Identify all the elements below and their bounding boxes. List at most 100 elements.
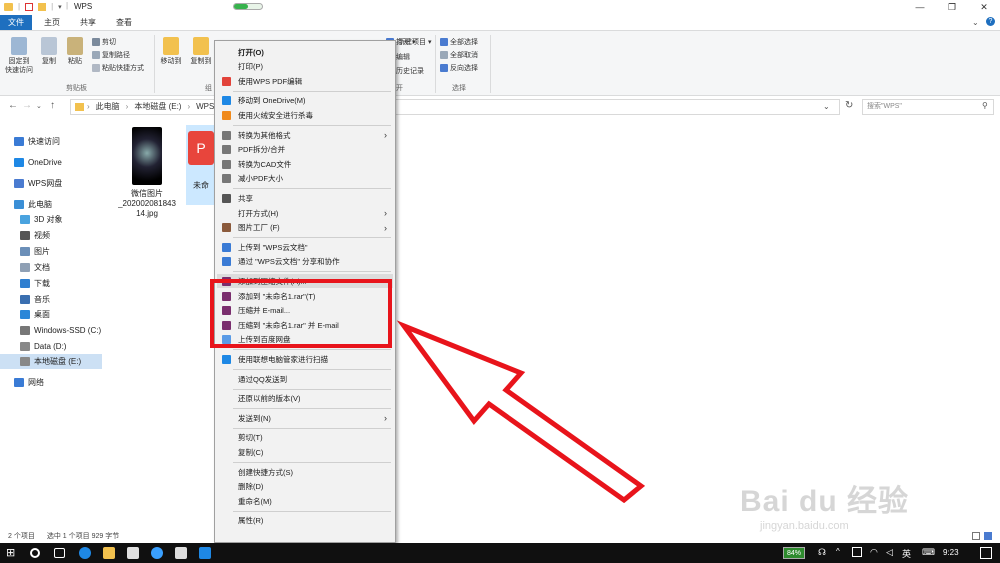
menu-item[interactable]: 通过 "WPS云文档" 分享和协作 xyxy=(217,255,393,269)
nav-item[interactable]: OneDrive xyxy=(0,155,102,170)
close-button[interactable]: ✕ xyxy=(968,0,1000,15)
menu-item[interactable]: 重命名(M) xyxy=(217,494,393,508)
menu-item[interactable]: 打印(P) xyxy=(217,60,393,74)
menu-item[interactable]: 打开(O) xyxy=(217,45,393,59)
file-explorer-icon[interactable] xyxy=(103,547,115,559)
show-hidden-icons-icon[interactable]: ^ xyxy=(836,547,840,556)
menu-item[interactable]: 发送到(N) › xyxy=(217,411,393,425)
forward-arrow-icon[interactable]: → xyxy=(22,100,32,111)
item-count: 2 个项目 xyxy=(8,533,35,540)
nav-item[interactable]: WPS网盘 xyxy=(0,176,102,191)
folder-icon[interactable] xyxy=(4,2,13,11)
menu-item[interactable]: 上传到 "WPS云文档" xyxy=(217,240,393,254)
nav-item[interactable]: 音乐 xyxy=(0,292,102,307)
clock-time[interactable]: 9:23 xyxy=(943,548,959,557)
expand-ribbon-icon[interactable]: ⌄ xyxy=(972,18,979,27)
menu-item[interactable]: 复制(C) xyxy=(217,445,393,459)
nav-item[interactable]: 网络 xyxy=(0,375,102,390)
address-path[interactable]: › 此电脑 › 本地磁盘 (E:) › WPS ⌄ xyxy=(70,99,840,115)
wps-taskbar-icon[interactable] xyxy=(199,547,211,559)
notifications-icon[interactable] xyxy=(980,547,992,559)
menu-item[interactable]: PDF拆分/合并 xyxy=(217,143,393,157)
menu-item[interactable]: 创建快捷方式(S) xyxy=(217,465,393,479)
volume-icon[interactable]: ◁ xyxy=(886,547,893,558)
nav-item[interactable]: 此电脑 xyxy=(0,197,102,212)
details-view-icon[interactable] xyxy=(972,532,980,540)
refresh-icon[interactable]: ↻ xyxy=(845,100,853,111)
nav-item[interactable]: 本地磁盘 (E:) xyxy=(0,354,102,369)
nav-item[interactable]: 视频 xyxy=(0,228,102,243)
menu-item[interactable]: 属性(R) xyxy=(217,514,393,528)
properties-icon[interactable] xyxy=(25,2,34,11)
mail-icon[interactable] xyxy=(175,547,187,559)
breadcrumb-this-pc[interactable]: 此电脑 xyxy=(93,100,123,114)
edit-button[interactable]: 编辑 xyxy=(396,51,410,63)
move-to-button[interactable]: 移动到 xyxy=(158,37,184,66)
menu-item[interactable]: 剪切(T) xyxy=(217,431,393,445)
ime-language[interactable]: 英 xyxy=(902,547,911,560)
search-input[interactable]: 搜索"WPS" xyxy=(862,99,994,115)
menu-item[interactable]: 移动到 OneDrive(M) xyxy=(217,94,393,108)
invert-selection-button[interactable]: 反向选择 xyxy=(440,62,478,74)
menu-item[interactable]: 打开方式(H) › xyxy=(217,206,393,220)
menu-item[interactable]: 转换为其他格式 › xyxy=(217,128,393,142)
select-none-button[interactable]: 全部取消 xyxy=(440,49,478,61)
clock-app-icon[interactable] xyxy=(151,547,163,559)
menu-item[interactable]: 减小PDF大小 xyxy=(217,172,393,186)
store-icon[interactable] xyxy=(127,547,139,559)
task-view-icon[interactable] xyxy=(54,548,65,558)
menu-item[interactable]: 使用联想电脑管家进行扫描 xyxy=(217,352,393,366)
tab-view[interactable]: 查看 xyxy=(108,15,140,30)
search-icon[interactable] xyxy=(30,548,40,558)
tab-file[interactable]: 文件 xyxy=(0,15,32,30)
edge-icon[interactable] xyxy=(79,547,91,559)
back-arrow-icon[interactable]: ← xyxy=(8,100,18,111)
breadcrumb-drive-e[interactable]: 本地磁盘 (E:) xyxy=(131,100,184,114)
maximize-button[interactable]: ❐ xyxy=(936,0,968,15)
copy-button[interactable]: 复制 xyxy=(38,37,60,66)
wifi-icon[interactable]: ◠ xyxy=(870,547,878,558)
menu-item[interactable]: 使用WPS PDF编辑 xyxy=(217,74,393,88)
nav-item[interactable]: 文档 xyxy=(0,260,102,275)
file-item-jpg[interactable]: 微信图片 _202002081843 14.jpg xyxy=(116,127,178,219)
copy-path-button[interactable]: 复制路径 xyxy=(92,49,130,61)
pin-quick-access-button[interactable]: 固定到 快速访问 xyxy=(4,37,34,75)
menu-item[interactable]: 共享 xyxy=(217,191,393,205)
menu-item[interactable]: 还原以前的版本(V) xyxy=(217,392,393,406)
battery-icon[interactable] xyxy=(852,547,862,557)
menu-item[interactable]: 转换为CAD文件 xyxy=(217,157,393,171)
recent-locations-icon[interactable]: ⌄ xyxy=(36,102,42,110)
tab-share[interactable]: 共享 xyxy=(72,15,104,30)
up-arrow-icon[interactable]: ↑ xyxy=(50,100,55,111)
large-icons-view-icon[interactable] xyxy=(984,532,992,540)
select-all-button[interactable]: 全部选择 xyxy=(440,36,478,48)
menu-item[interactable]: 图片工厂 (F) › xyxy=(217,221,393,235)
keyboard-icon[interactable]: ⌨ xyxy=(922,547,935,558)
select-none-icon xyxy=(440,51,448,59)
file-item-pdf-selected[interactable]: P 未命 xyxy=(186,125,216,205)
new-folder-icon[interactable] xyxy=(38,2,47,11)
address-dropdown-icon[interactable]: ⌄ xyxy=(823,102,830,111)
nav-item[interactable]: Windows-SSD (C:) xyxy=(0,323,102,338)
copy-to-button[interactable]: 复制到 xyxy=(188,37,214,66)
minimize-button[interactable]: — xyxy=(904,0,936,15)
nav-item[interactable]: 3D 对象 xyxy=(0,212,102,227)
tab-home[interactable]: 主页 xyxy=(36,15,68,30)
help-icon[interactable]: ? xyxy=(986,17,995,26)
lenovo-icon[interactable]: ☊ xyxy=(818,547,826,558)
history-button[interactable]: 历史记录 xyxy=(396,65,424,77)
menu-item[interactable]: 通过QQ发送到 xyxy=(217,372,393,386)
battery-indicator[interactable]: 84% xyxy=(783,547,806,559)
menu-item[interactable]: 删除(D) xyxy=(217,480,393,494)
nav-item[interactable]: 图片 xyxy=(0,244,102,259)
nav-item[interactable]: 快速访问 xyxy=(0,134,102,149)
menu-item[interactable]: 使用火绒安全进行杀毒 xyxy=(217,108,393,122)
paste-shortcut-button[interactable]: 粘贴快捷方式 xyxy=(92,62,144,74)
nav-item[interactable]: 下载 xyxy=(0,276,102,291)
nav-item[interactable]: Data (D:) xyxy=(0,339,102,354)
nav-item[interactable]: 桌面 xyxy=(0,307,102,322)
customize-qat-icon[interactable]: ▾ xyxy=(58,3,62,11)
paste-button[interactable]: 粘贴 xyxy=(64,37,86,66)
cut-button[interactable]: 剪切 xyxy=(92,36,116,48)
windows-start-icon[interactable]: ⊞ xyxy=(6,547,18,559)
